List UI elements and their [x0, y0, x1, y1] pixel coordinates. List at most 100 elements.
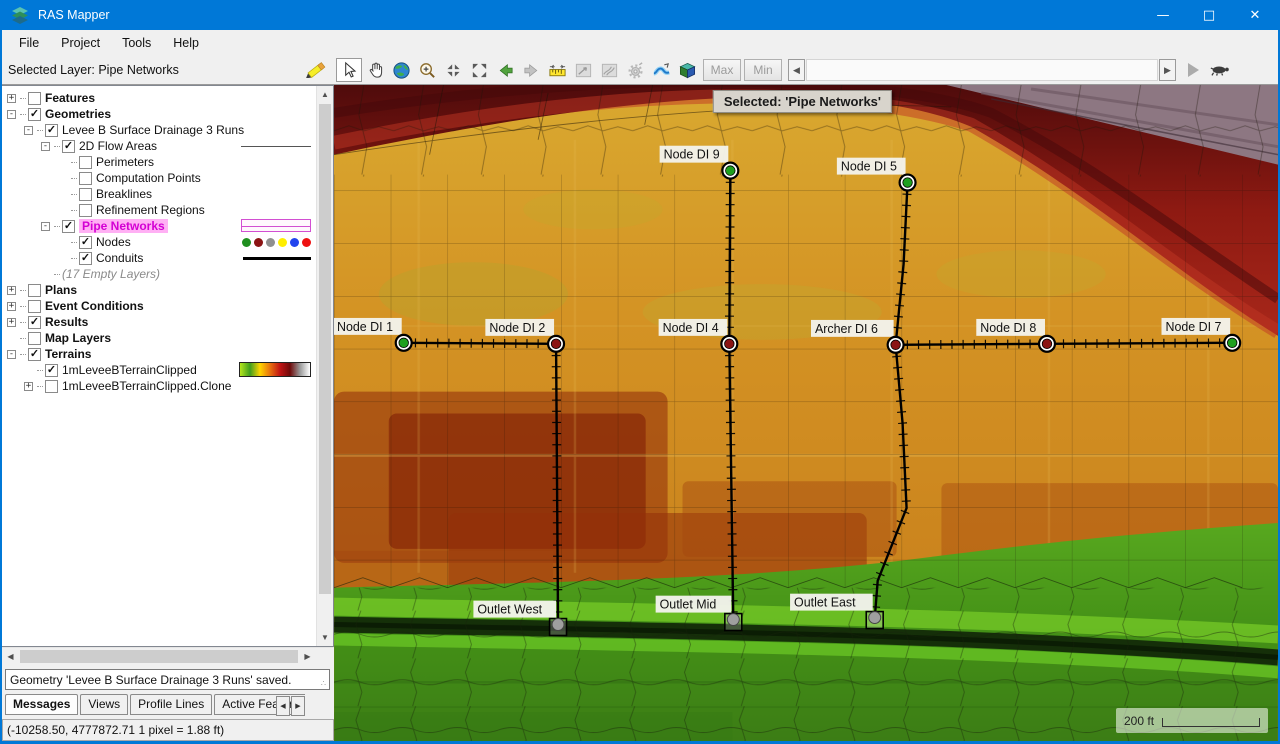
outlet-west[interactable]	[550, 619, 567, 636]
layer-checkbox[interactable]	[79, 156, 92, 169]
tree-row-nodes[interactable]: ✓Nodes	[3, 234, 315, 250]
map-canvas[interactable]: Node DI 9Node DI 5Node DI 1Node DI 2Node…	[334, 85, 1278, 741]
tree-row-plans[interactable]: +Plans	[3, 282, 315, 298]
animation-step-back-button[interactable]: ◀	[788, 59, 805, 81]
scroll-left-arrow[interactable]: ◀	[2, 648, 19, 665]
cross-sections-tool[interactable]	[596, 58, 622, 82]
tree-row-map-layers[interactable]: Map Layers	[3, 330, 315, 346]
tree-row-refinement-regions[interactable]: Refinement Regions	[3, 202, 315, 218]
layer-checkbox[interactable]	[79, 204, 92, 217]
layer-checkbox[interactable]: ✓	[79, 252, 92, 265]
layer-checkbox[interactable]: ✓	[28, 108, 41, 121]
tree-row-1mleveebterrainclipped[interactable]: ✓1mLeveeBTerrainClipped	[3, 362, 315, 378]
tree-expander[interactable]: -	[41, 142, 50, 151]
animation-speed-turtle-icon[interactable]	[1209, 64, 1231, 77]
tree-expander[interactable]: +	[7, 94, 16, 103]
tree-row-results[interactable]: +✓Results	[3, 314, 315, 330]
node-di-2[interactable]	[548, 336, 564, 352]
layer-checkbox[interactable]	[28, 92, 41, 105]
menu-tools[interactable]: Tools	[111, 32, 162, 54]
next-view-tool[interactable]	[518, 58, 544, 82]
tree-row-computation-points[interactable]: Computation Points	[3, 170, 315, 186]
zoom-extents-globe-tool[interactable]	[388, 58, 414, 82]
tree-expander[interactable]: +	[7, 302, 16, 311]
select-tool[interactable]	[336, 58, 362, 82]
animation-step-forward-button[interactable]: ▶	[1159, 59, 1176, 81]
menu-project[interactable]: Project	[50, 32, 111, 54]
tree-row-17-empty-layers[interactable]: (17 Empty Layers)	[3, 266, 315, 282]
conduit-di9-di4[interactable]	[729, 171, 730, 344]
tab-scroll-right[interactable]: ▶	[291, 696, 305, 716]
node-di-7[interactable]	[1224, 335, 1240, 351]
max-button[interactable]: Max	[703, 59, 741, 81]
message-resize-grip[interactable]: ∴	[321, 679, 327, 688]
tab-profile-lines[interactable]: Profile Lines	[130, 694, 212, 715]
tree-row-conduits[interactable]: ✓Conduits	[3, 250, 315, 266]
maximize-button[interactable]: □	[1186, 0, 1232, 30]
vertical-scroll-thumb[interactable]	[319, 104, 331, 594]
tree-row-pipe-networks[interactable]: -✓Pipe Networks	[3, 218, 315, 234]
layer-checkbox[interactable]: ✓	[79, 236, 92, 249]
node-di-9[interactable]	[722, 163, 738, 179]
settings-tool[interactable]	[622, 58, 648, 82]
layer-checkbox[interactable]	[45, 380, 58, 393]
previous-view-tool[interactable]	[492, 58, 518, 82]
layer-checkbox[interactable]	[28, 284, 41, 297]
menu-help[interactable]: Help	[162, 32, 210, 54]
layer-checkbox[interactable]	[79, 188, 92, 201]
layer-checkbox[interactable]	[79, 172, 92, 185]
archer-di-6[interactable]	[888, 337, 904, 353]
tree-row-2d-flow-areas[interactable]: -✓2D Flow Areas	[3, 138, 315, 154]
tab-scroll-left[interactable]: ◀	[276, 696, 290, 716]
tree-row-event-conditions[interactable]: +Event Conditions	[3, 298, 315, 314]
zoom-window-in-tool[interactable]	[440, 58, 466, 82]
layer-checkbox[interactable]: ✓	[45, 364, 58, 377]
node-di-1[interactable]	[396, 335, 412, 351]
node-di-8[interactable]	[1039, 336, 1055, 352]
scroll-down-arrow[interactable]: ▼	[317, 629, 333, 646]
layer-checkbox[interactable]	[28, 332, 41, 345]
tree-vertical-scrollbar[interactable]: ▲ ▼	[316, 86, 333, 646]
tree-expander[interactable]: -	[24, 126, 33, 135]
tree-row-levee-b-surface-drainage-3-runs[interactable]: -✓Levee B Surface Drainage 3 Runs	[3, 122, 315, 138]
tree-expander[interactable]: +	[7, 286, 16, 295]
animation-play-button[interactable]	[1188, 63, 1199, 77]
node-di-5[interactable]	[900, 175, 916, 191]
tree-row-breaklines[interactable]: Breaklines	[3, 186, 315, 202]
pan-tool[interactable]	[362, 58, 388, 82]
tree-row-features[interactable]: +Features	[3, 90, 315, 106]
layer-checkbox[interactable]: ✓	[45, 124, 58, 137]
tree-row-1mleveebterrainclipped-clone[interactable]: +1mLeveeBTerrainClipped.Clone	[3, 378, 315, 394]
node-di-4[interactable]	[721, 336, 737, 352]
profile-lines-tool[interactable]	[570, 58, 596, 82]
tree-horizontal-scrollbar[interactable]: ◀ ▶	[2, 647, 334, 664]
tree-expander[interactable]: -	[7, 110, 16, 119]
outlet-mid[interactable]	[725, 614, 742, 631]
tab-messages[interactable]: Messages	[5, 694, 78, 715]
horizontal-scroll-thumb[interactable]	[20, 650, 298, 663]
tree-row-perimeters[interactable]: Perimeters	[3, 154, 315, 170]
terrain-3d-tool[interactable]	[674, 58, 700, 82]
scroll-right-arrow[interactable]: ▶	[299, 648, 316, 665]
layer-checkbox[interactable]: ✓	[28, 348, 41, 361]
measure-tool[interactable]	[544, 58, 570, 82]
tree-expander[interactable]: +	[24, 382, 33, 391]
zoom-in-tool[interactable]	[414, 58, 440, 82]
conduit-di1-di2[interactable]	[404, 343, 556, 344]
close-button[interactable]: ✕	[1232, 0, 1278, 30]
layer-checkbox[interactable]: ✓	[28, 316, 41, 329]
tree-row-terrains[interactable]: -✓Terrains	[3, 346, 315, 362]
tree-expander[interactable]: -	[41, 222, 50, 231]
scroll-up-arrow[interactable]: ▲	[317, 86, 333, 103]
outlet-east[interactable]	[866, 612, 883, 629]
layer-checkbox[interactable]	[28, 300, 41, 313]
layer-checkbox[interactable]: ✓	[62, 220, 75, 233]
zoom-full-extent-tool[interactable]	[466, 58, 492, 82]
min-button[interactable]: Min	[744, 59, 782, 81]
tree-expander[interactable]: -	[7, 350, 16, 359]
tree-row-geometries[interactable]: -✓Geometries	[3, 106, 315, 122]
edit-layer-pencil-icon[interactable]	[302, 60, 328, 80]
menu-file[interactable]: File	[8, 32, 50, 54]
tab-views[interactable]: Views	[80, 694, 128, 715]
layer-checkbox[interactable]: ✓	[62, 140, 75, 153]
